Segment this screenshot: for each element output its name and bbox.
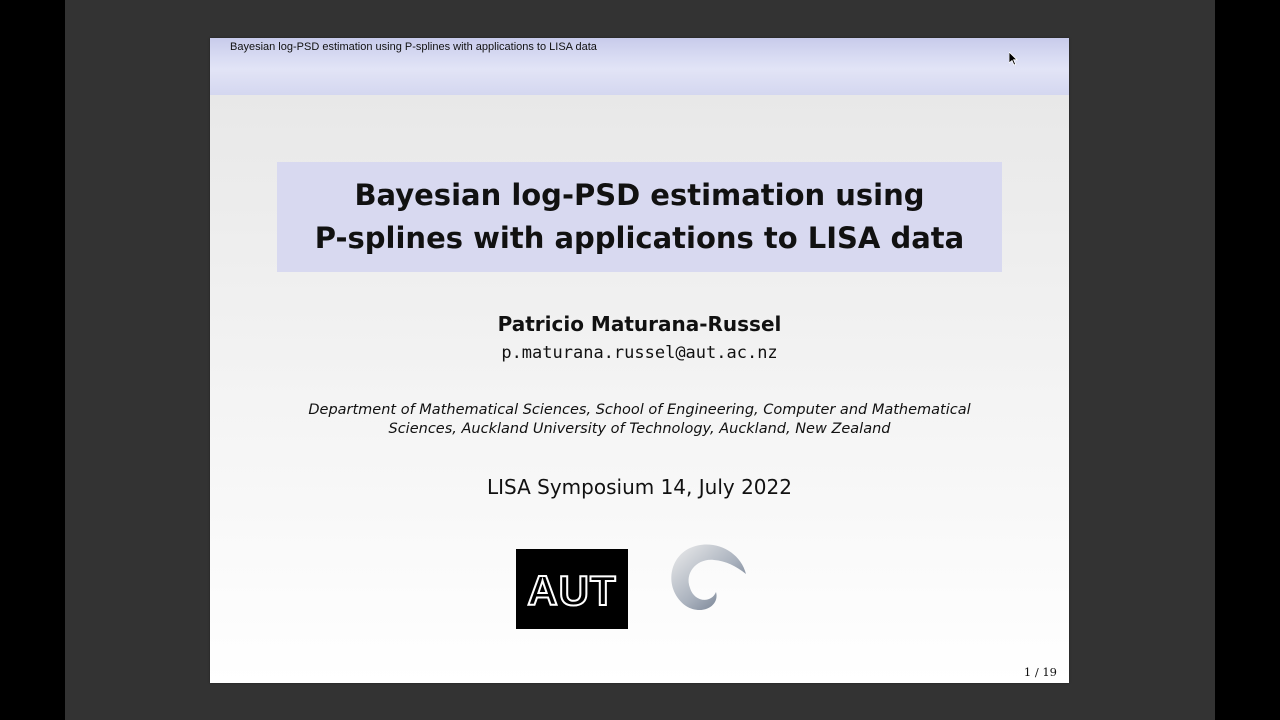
page-number: 1 / 19 [1023,665,1057,679]
affiliation: Department of Mathematical Sciences, Sch… [270,401,1009,439]
affiliation-line-2: Sciences, Auckland University of Technol… [388,421,891,437]
affiliation-line-1: Department of Mathematical Sciences, Sch… [308,402,971,418]
author-email: p.maturana.russel@aut.ac.nz [501,343,778,363]
headline-bar: Bayesian log-PSD estimation using P-spli… [210,38,1069,95]
aut-logo-mark: AUT [526,566,616,615]
headline-text: Bayesian log-PSD estimation using P-spli… [230,41,597,53]
aut-logo-text: AUT [527,567,616,614]
mouse-cursor-icon [1009,52,1018,66]
event-date: LISA Symposium 14, July 2022 [487,475,792,499]
presentation-slide: Bayesian log-PSD estimation using P-spli… [210,38,1069,683]
title-line-2: P-splines with applications to LISA data [314,221,965,255]
aut-logo: AUT [516,549,628,629]
author-name: Patricio Maturana-Russel [497,312,782,336]
title-line-1: Bayesian log-PSD estimation using [354,178,925,212]
swirl-logo-icon [662,536,752,616]
title-box: Bayesian log-PSD estimation using P-spli… [277,162,1002,272]
